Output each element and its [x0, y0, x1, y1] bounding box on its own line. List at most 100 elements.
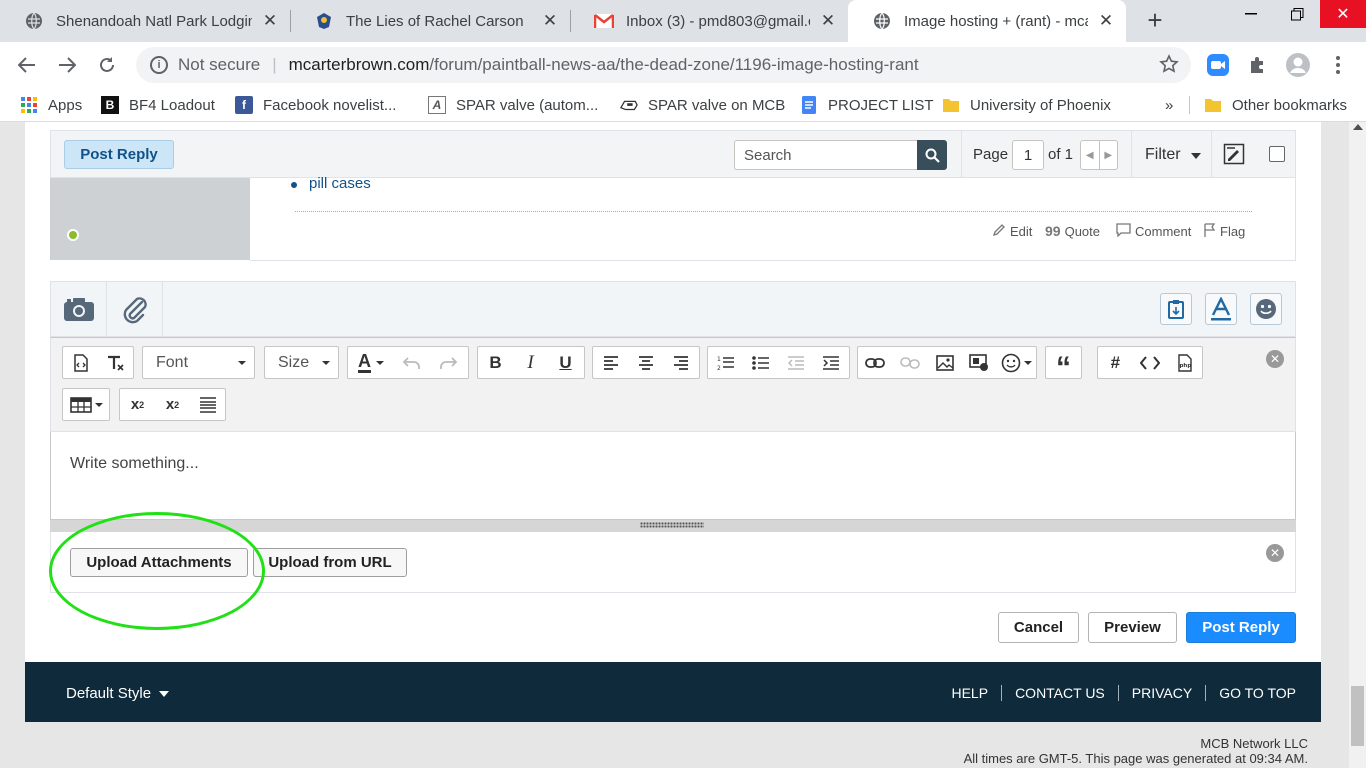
reload-button[interactable] [92, 50, 122, 80]
footer-link-help[interactable]: HELP [951, 685, 988, 701]
page-number-input[interactable]: 1 [1012, 140, 1044, 170]
bookmark-university-of-phoenix[interactable]: University of Phoenix [942, 88, 1111, 122]
maximize-window-button[interactable] [1274, 0, 1320, 28]
numbered-list-icon[interactable]: 12 [708, 347, 743, 378]
cancel-button[interactable]: Cancel [998, 612, 1079, 643]
close-tab-icon[interactable]: ✕ [540, 11, 560, 31]
horizontal-rule-icon[interactable] [190, 389, 225, 420]
quote-label: Quote [1064, 223, 1100, 239]
browser-tab-image-hosting[interactable]: Image hosting + (rant) - mcarterbrown ✕ [848, 0, 1126, 42]
preview-button[interactable]: Preview [1088, 612, 1177, 643]
code-icon[interactable] [1133, 347, 1168, 378]
quote-button[interactable]: 99 Quote [1045, 223, 1100, 239]
browser-tab-gmail[interactable]: Inbox (3) - pmd803@gmail.com ✕ [570, 0, 848, 42]
php-code-icon[interactable]: php [1167, 347, 1202, 378]
topic-search-input[interactable]: Search [734, 140, 917, 170]
facebook-icon: f [235, 96, 253, 114]
camera-button[interactable] [51, 282, 107, 336]
zoom-extension-icon[interactable] [1205, 52, 1231, 78]
emoji-button[interactable] [1250, 293, 1282, 325]
style-switcher[interactable]: Default Style [66, 685, 170, 702]
footer-link-privacy[interactable]: PRIVACY [1132, 685, 1192, 701]
post-reply-button[interactable]: Post Reply [1186, 612, 1296, 643]
moderation-tools-icon[interactable] [1223, 143, 1245, 170]
bullet-list-icon[interactable] [743, 347, 778, 378]
select-all-checkbox[interactable] [1269, 146, 1285, 162]
underline-icon[interactable]: U [548, 347, 583, 378]
browser-tab-shenandoah[interactable]: Shenandoah Natl Park Lodging ✕ [0, 0, 290, 42]
upload-from-url-button[interactable]: Upload from URL [253, 548, 407, 577]
bookmark-other-bookmarks[interactable]: Other bookmarks [1204, 88, 1347, 122]
text-format-button[interactable] [1205, 293, 1237, 325]
filter-dropdown[interactable]: Filter [1145, 146, 1202, 164]
comment-button[interactable]: Comment [1116, 223, 1191, 240]
subscript-icon[interactable]: x2 [120, 389, 155, 420]
next-page-icon[interactable]: ▶ [1098, 141, 1118, 169]
forward-button[interactable] [52, 50, 82, 80]
insert-table-dropdown[interactable] [62, 388, 110, 421]
flag-button[interactable]: Flag [1203, 223, 1245, 240]
insert-link-icon[interactable] [858, 347, 893, 378]
link-attach-button[interactable] [107, 282, 163, 336]
insert-image-icon[interactable] [927, 347, 962, 378]
outdent-icon[interactable] [778, 347, 813, 378]
redo-button[interactable] [430, 347, 466, 378]
emoticon-dropdown[interactable] [996, 347, 1036, 378]
undo-button[interactable] [394, 347, 430, 378]
browser-menu-icon[interactable] [1325, 52, 1351, 78]
bookmark-spar-valve-autom[interactable]: A SPAR valve (autom... [428, 88, 598, 122]
bookmark-project-list[interactable]: PROJECT LIST [800, 88, 934, 122]
profile-avatar-icon[interactable] [1285, 52, 1311, 78]
minimize-window-button[interactable] [1228, 0, 1274, 28]
remove-format-button[interactable] [98, 347, 133, 378]
edit-button[interactable]: Edit [992, 223, 1032, 240]
close-tab-icon[interactable]: ✕ [260, 11, 280, 31]
close-attachments-icon[interactable]: ✕ [1266, 544, 1284, 562]
indent-icon[interactable] [813, 347, 848, 378]
quote-icon: 99 [1045, 223, 1061, 239]
bold-icon[interactable]: B [478, 347, 513, 378]
reply-editor-textarea[interactable] [50, 432, 1296, 520]
unlink-icon[interactable] [893, 347, 928, 378]
font-family-select[interactable]: Font [142, 346, 255, 379]
resize-grip-icon[interactable] [640, 522, 704, 528]
insert-media-icon[interactable] [962, 347, 997, 378]
align-right-icon[interactable] [663, 347, 698, 378]
italic-icon[interactable]: I [513, 347, 548, 378]
bookmark-bf4-loadout[interactable]: B BF4 Loadout [101, 88, 215, 122]
close-tab-icon[interactable]: ✕ [1096, 11, 1116, 31]
footer-link-go-to-top[interactable]: GO TO TOP [1219, 685, 1296, 701]
page-scrollbar[interactable] [1349, 122, 1366, 768]
info-icon[interactable]: i [150, 56, 168, 74]
superscript-icon[interactable]: x2 [155, 389, 190, 420]
browser-tab-rachel-carson[interactable]: The Lies of Rachel Carson ✕ [290, 0, 570, 42]
align-center-icon[interactable] [628, 347, 663, 378]
bookmark-spar-valve-mcb[interactable]: SPAR valve on MCB [620, 88, 785, 122]
source-view-button[interactable] [63, 347, 98, 378]
scrollbar-thumb[interactable] [1351, 686, 1364, 746]
hashtag-icon[interactable]: # [1098, 347, 1133, 378]
search-button[interactable] [917, 140, 947, 170]
prev-page-icon[interactable]: ◀ [1081, 141, 1099, 169]
text-color-button[interactable]: A [348, 347, 394, 378]
close-window-button[interactable]: ✕ [1320, 0, 1366, 28]
bookmark-star-icon[interactable] [1159, 54, 1179, 79]
clipboard-button[interactable] [1160, 293, 1192, 325]
scroll-up-arrow-icon[interactable] [1353, 124, 1363, 130]
post-reply-button-top[interactable]: Post Reply [64, 140, 174, 169]
footer-link-contact-us[interactable]: CONTACT US [1015, 685, 1105, 701]
list-item[interactable]: pill cases [291, 175, 371, 192]
address-bar[interactable]: i Not secure | mcarterbrown.com/forum/pa… [136, 47, 1191, 83]
close-tab-icon[interactable]: ✕ [818, 11, 838, 31]
extensions-puzzle-icon[interactable] [1245, 52, 1271, 78]
blockquote-icon[interactable]: “ [1046, 347, 1081, 383]
align-left-icon[interactable] [593, 347, 628, 378]
more-bookmarks-button[interactable]: » [1165, 88, 1173, 122]
bookmark-facebook-novelist[interactable]: f Facebook novelist... [235, 88, 396, 122]
font-size-select[interactable]: Size [264, 346, 339, 379]
close-toolbar-icon[interactable]: ✕ [1266, 350, 1284, 368]
back-button[interactable] [12, 50, 42, 80]
new-tab-button[interactable]: + [1142, 7, 1168, 34]
caret-down-icon [1023, 360, 1032, 365]
bookmark-apps[interactable]: Apps [20, 88, 82, 122]
